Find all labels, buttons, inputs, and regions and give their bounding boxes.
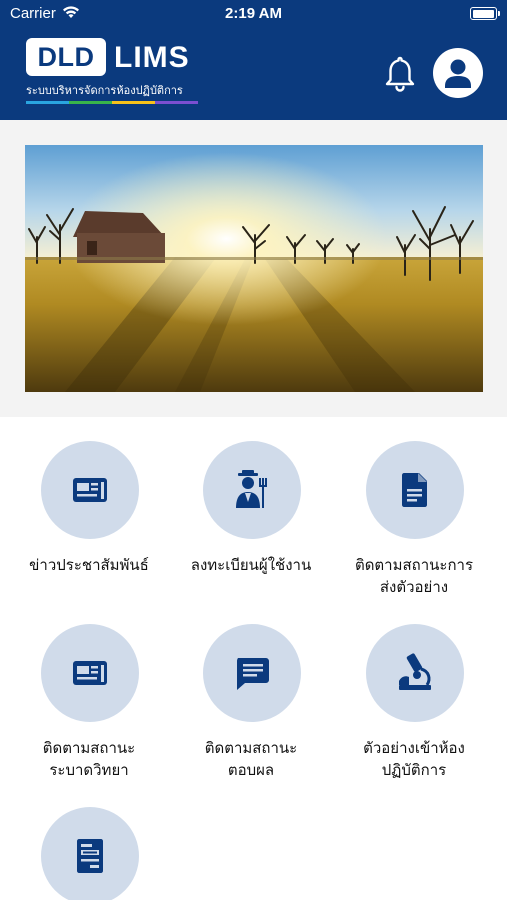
logo-bar-segment	[26, 101, 69, 104]
bell-icon[interactable]	[384, 55, 416, 93]
profile-button[interactable]	[433, 48, 483, 98]
logo-subtitle: ระบบบริหารจัดการห้องปฏิบัติการ	[26, 84, 183, 97]
logo-bar-segment	[155, 101, 198, 104]
app-header: Carrier 2:19 AM DLD LIMS ระบบบริหารจัดกา…	[0, 0, 507, 120]
logo-color-bar	[26, 101, 198, 104]
newspaper-icon	[73, 478, 107, 502]
banner-image[interactable]	[25, 145, 483, 392]
document-icon	[402, 473, 427, 507]
logo-bar-segment	[112, 101, 155, 104]
epidemiology-icon-circle	[41, 624, 139, 722]
status-bar: Carrier 2:19 AM	[0, 0, 507, 28]
logo-badge: DLD	[26, 38, 106, 76]
menu-item-label: ติดตามสถานะ ระบาดวิทยา	[42, 739, 136, 779]
battery-icon	[470, 7, 500, 20]
message-icon	[237, 658, 269, 690]
microscope-icon	[399, 653, 431, 690]
lab-samples-icon-circle	[366, 624, 464, 722]
banner-section	[0, 120, 507, 417]
results-icon-circle	[203, 624, 301, 722]
register-icon-circle	[203, 441, 301, 539]
form-document-icon	[77, 839, 103, 873]
menu-item-label: ติดตามสถานะการ ส่งตัวอย่าง	[354, 556, 474, 596]
logo-name: LIMS	[114, 41, 190, 74]
farm-sunrise-photo	[25, 145, 483, 392]
newspaper-icon	[73, 661, 107, 685]
menu-item-label: ข่าวประชาสัมพันธ์	[29, 556, 149, 574]
news-icon-circle	[41, 441, 139, 539]
menu-item-label: ติดตามสถานะ ตอบผล	[204, 739, 298, 779]
clock: 2:19 AM	[225, 5, 282, 22]
menu-item-label: ลงทะเบียนผู้ใช้งาน	[190, 556, 312, 574]
menu-item-label: ตัวอย่างเข้าห้อง ปฏิบัติการ	[363, 739, 465, 779]
farmer-icon	[236, 470, 267, 508]
track-submission-icon-circle	[366, 441, 464, 539]
person-icon	[445, 59, 471, 88]
logo-bar-segment	[69, 101, 112, 104]
forms-icon-circle	[41, 807, 139, 900]
